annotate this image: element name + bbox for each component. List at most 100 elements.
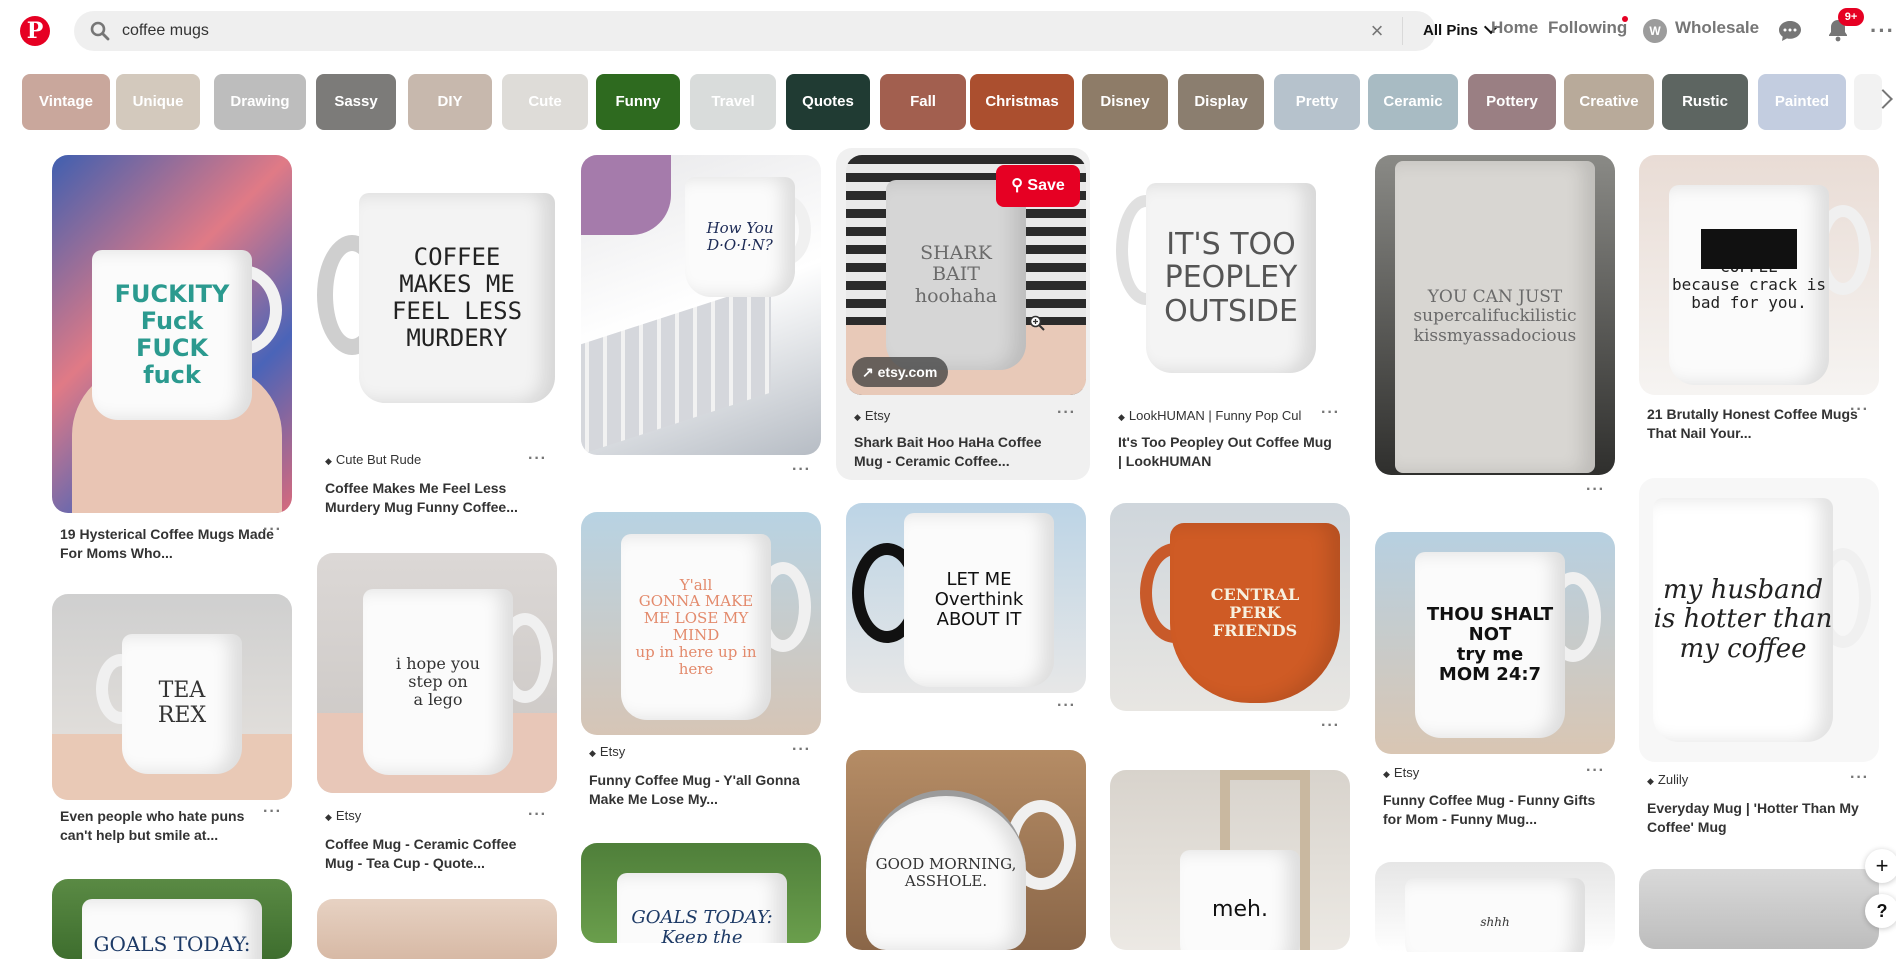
guide-chip-creative[interactable]: Creative [1564,74,1654,130]
pin-more-icon[interactable]: ··· [1057,404,1076,422]
guide-chip-fall[interactable]: Fall [880,74,966,130]
guide-chip-sassy[interactable]: Sassy [316,74,396,130]
pin-source[interactable]: ◆ Zulily [1647,772,1688,787]
pin-title[interactable]: 19 Hysterical Coffee Mugs Made For Moms … [60,525,280,563]
pin-image[interactable]: GOALS TODAY: [52,879,292,959]
more-options-icon[interactable]: ··· [1870,18,1895,44]
mug-text: LET ME Overthink ABOUT IT [904,513,1054,687]
pin-source[interactable]: ◆ Etsy [854,408,890,423]
pin-source-label: Etsy [864,408,891,423]
pin-more-icon[interactable]: ··· [528,806,547,824]
pin-image[interactable]: FUCKITY Fuck FUCK fuck [52,155,292,513]
guide-chip-cute[interactable]: Cute [502,74,588,130]
pinterest-logo-icon[interactable]: P [20,16,50,46]
pin-image[interactable]: GOALS TODAY: Keep the [581,843,821,943]
guide-chip-disney[interactable]: Disney [1082,74,1168,130]
pin-image[interactable]: GOOD MORNING, ASSHOLE. [846,750,1086,950]
pin-more-icon[interactable]: ··· [1850,769,1869,787]
pin-source[interactable]: ◆ LookHUMAN | Funny Pop Cul [1118,408,1301,423]
pin-more-icon[interactable]: ··· [263,521,282,539]
pin-image[interactable]: IT'S TOO PEOPLEY OUTSIDE [1110,155,1350,395]
message-icon[interactable] [1778,20,1802,42]
pin-source[interactable]: ◆ Etsy [325,808,361,823]
pin-image[interactable]: i hope you step on a lego [317,553,557,793]
pin-more-icon[interactable]: ··· [1321,404,1340,422]
pin-title[interactable]: Even people who hate puns can't help but… [60,807,280,845]
pin-more-icon[interactable]: ··· [528,450,547,468]
pin-image[interactable]: COFFEE because crack is bad for you. [1639,155,1879,395]
search-input[interactable] [122,11,1322,51]
guide-chip-funny[interactable]: Funny [596,74,680,130]
pin-image[interactable]: my husband is hotter than my coffee [1639,478,1879,762]
pin-title[interactable]: Funny Coffee Mug - Y'all Gonna Make Me L… [589,771,809,809]
mug-text: my husband is hotter than my coffee [1653,498,1833,742]
guide-chip-travel[interactable]: Travel [690,74,776,130]
pin-image[interactable] [317,899,557,959]
nav-home[interactable]: Home [1491,18,1538,38]
pin-image[interactable]: THOU SHALT NOT try me MOM 24:7 [1375,532,1615,754]
pin-more-icon[interactable]: ··· [792,461,811,479]
pin-more-icon[interactable]: ··· [1057,697,1076,715]
pin-image[interactable]: How You D·O·I·N? [581,155,821,455]
source-link-chip[interactable]: ↗ etsy.com [852,357,948,387]
mug-text: YOU CAN JUST supercalifuckilistic kissmy… [1395,161,1595,473]
nav-wholesale-profile[interactable]: Wholesale [1675,18,1759,38]
pin-more-icon[interactable]: ··· [1586,762,1605,780]
external-link-icon: ↗ [862,364,878,380]
mug-text: How You D·O·I·N? [685,177,795,297]
guide-chip-rustic[interactable]: Rustic [1662,74,1748,130]
guide-chip-pretty[interactable]: Pretty [1274,74,1360,130]
pin-image[interactable] [1639,869,1879,949]
pin-source-label: LookHUMAN | Funny Pop Cul [1128,408,1302,423]
pin-source[interactable]: ◆ Cute But Rude [325,452,421,467]
avatar[interactable]: W [1643,19,1667,43]
pin-more-icon[interactable]: ··· [1321,717,1340,735]
guide-chip-painted[interactable]: Painted [1758,74,1846,130]
guide-chip-pottery[interactable]: Pottery [1468,74,1556,130]
pin-icon: ⚲ [1011,177,1028,194]
pin-more-icon[interactable]: ··· [263,803,282,821]
pin-title[interactable]: Funny Coffee Mug - Funny Gifts for Mom -… [1383,791,1603,829]
guide-chip-drawing[interactable]: Drawing [214,74,306,130]
add-button[interactable]: + [1865,849,1896,883]
guide-chip-vintage[interactable]: Vintage [22,74,110,130]
guide-chip-christmas[interactable]: Christmas [970,74,1074,130]
pin-source[interactable]: ◆ Etsy [589,744,625,759]
pin-source-label: Cute But Rude [335,452,422,467]
nav-following[interactable]: Following [1548,18,1627,38]
help-button[interactable]: ? [1865,894,1896,928]
guide-chip-display[interactable]: Display [1178,74,1264,130]
guide-chip-unique[interactable]: Unique [116,74,200,130]
pin-more-icon[interactable]: ··· [1586,481,1605,499]
pin-source[interactable]: ◆ Etsy [1383,765,1419,780]
guide-chip-diy[interactable]: DIY [408,74,492,130]
mug-text: GOALS TODAY: Keep the [617,873,787,943]
pin-image[interactable]: Y'all GONNA MAKE ME LOSE MY MIND up in h… [581,512,821,735]
pin-image[interactable]: CENTRAL PERK FRIENDS [1110,503,1350,711]
save-button[interactable]: ⚲ Save [996,165,1080,207]
search-bar[interactable]: × All Pins [74,11,1499,51]
pin-source-label: Etsy [335,808,362,823]
pin-more-icon[interactable]: ··· [792,741,811,759]
tag-icon: ◆ [589,748,596,758]
pin-image[interactable]: TEA REX [52,594,292,800]
pin-title[interactable]: Coffee Makes Me Feel Less Murdery Mug Fu… [325,479,545,517]
pin-title[interactable]: It's Too Peopley Out Coffee Mug | LookHU… [1118,433,1338,471]
search-icon [90,21,110,41]
zoom-cursor-icon [1029,315,1045,331]
pin-more-icon[interactable]: ··· [1850,401,1869,419]
pin-image[interactable]: shhh [1375,862,1615,952]
pin-title[interactable]: Shark Bait Hoo HaHa Coffee Mug - Ceramic… [854,433,1074,471]
following-new-dot [1622,16,1628,22]
pin-title[interactable]: Coffee Mug - Ceramic Coffee Mug - Tea Cu… [325,835,545,873]
pin-image[interactable]: COFFEE MAKES ME FEEL LESS MURDERY [317,155,557,440]
pin-title[interactable]: 21 Brutally Honest Coffee Mugs That Nail… [1647,405,1867,443]
pin-image[interactable]: YOU CAN JUST supercalifuckilistic kissmy… [1375,155,1615,475]
pin-title[interactable]: Everyday Mug | 'Hotter Than My Coffee' M… [1647,799,1867,837]
guide-chip-quotes[interactable]: Quotes [786,74,870,130]
pin-image[interactable]: LET ME Overthink ABOUT IT [846,503,1086,693]
guide-chip-ceramic[interactable]: Ceramic [1368,74,1458,130]
pin-source-label: Etsy [599,744,626,759]
clear-search-icon[interactable]: × [1365,19,1389,43]
pin-image[interactable]: meh. [1110,770,1350,950]
